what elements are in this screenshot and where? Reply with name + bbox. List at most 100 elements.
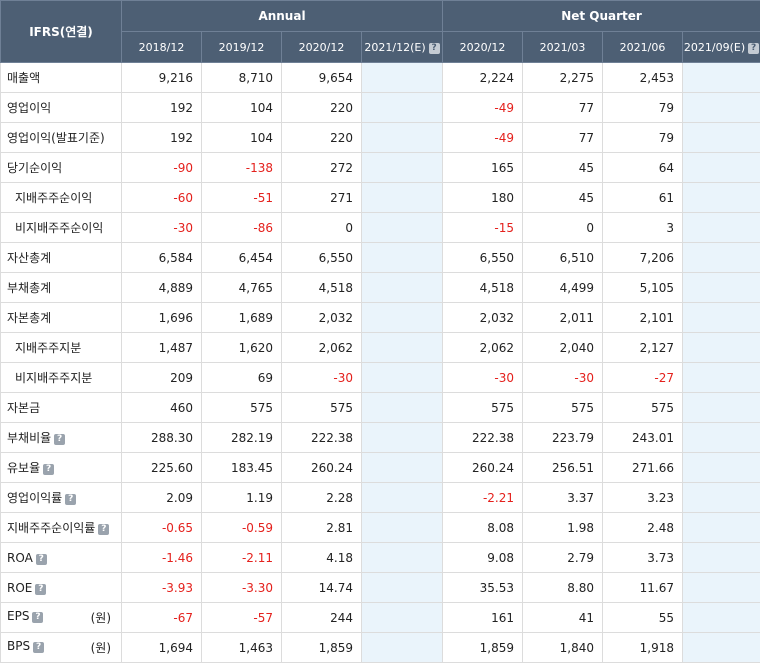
value-cell: 2.48 <box>603 513 683 543</box>
value-cell: 222.38 <box>443 423 523 453</box>
question-mark-icon[interactable]: ? <box>54 434 65 445</box>
row-label: 당기순이익 <box>1 153 122 183</box>
table-row: 부채비율?288.30282.19222.38222.38223.79243.0… <box>1 423 760 453</box>
question-mark-icon[interactable]: ? <box>98 524 109 535</box>
question-mark-icon[interactable]: ? <box>748 43 759 54</box>
estimate-cell <box>362 513 443 543</box>
value-cell: 3 <box>603 213 683 243</box>
value-cell: 575 <box>202 393 282 423</box>
row-label: 비지배주주순이익 <box>1 213 122 243</box>
value-cell: 282.19 <box>202 423 282 453</box>
estimate-cell <box>683 453 760 483</box>
table-row: 지배주주순이익률?-0.65-0.592.818.081.982.48 <box>1 513 760 543</box>
value-cell: -30 <box>443 363 523 393</box>
period-header: 2020/12 <box>443 32 523 63</box>
value-cell: 220 <box>282 93 362 123</box>
estimate-cell <box>362 183 443 213</box>
value-cell: -49 <box>443 123 523 153</box>
estimate-cell <box>683 483 760 513</box>
value-cell: 9,216 <box>122 63 202 93</box>
value-cell: 7,206 <box>603 243 683 273</box>
question-mark-icon[interactable]: ? <box>32 612 43 623</box>
value-cell: 6,454 <box>202 243 282 273</box>
unit-label: (원) <box>91 609 121 626</box>
value-cell: 1,918 <box>603 633 683 663</box>
row-label: 유보율? <box>1 453 122 483</box>
estimate-cell <box>362 573 443 603</box>
value-cell: 260.24 <box>282 453 362 483</box>
row-label-text: EPS <box>7 609 29 623</box>
value-cell: -2.21 <box>443 483 523 513</box>
value-cell: 9.08 <box>443 543 523 573</box>
table-row: 비지배주주지분20969-30-30-30-27 <box>1 363 760 393</box>
row-label: EPS? (원) <box>1 603 122 633</box>
value-cell: 64 <box>603 153 683 183</box>
period-group-header: Annual <box>122 1 443 32</box>
row-label: 부채비율? <box>1 423 122 453</box>
value-cell: 2,011 <box>523 303 603 333</box>
value-cell: 2,040 <box>523 333 603 363</box>
table-row: ROE?-3.93-3.3014.7435.538.8011.67 <box>1 573 760 603</box>
estimate-cell <box>683 213 760 243</box>
table-row: 영업이익192104220-497779 <box>1 93 760 123</box>
table-row: 당기순이익-90-1382721654564 <box>1 153 760 183</box>
estimate-cell <box>683 363 760 393</box>
value-cell: -51 <box>202 183 282 213</box>
period-label: 2021/09(E) <box>684 41 745 54</box>
question-mark-icon[interactable]: ? <box>65 494 76 505</box>
table-header: IFRS(연결) AnnualNet Quarter 2018/122019/1… <box>1 1 760 63</box>
value-cell: 6,550 <box>282 243 362 273</box>
question-mark-icon[interactable]: ? <box>43 464 54 475</box>
value-cell: 243.01 <box>603 423 683 453</box>
period-header: 2021/09(E)? <box>683 32 760 63</box>
value-cell: 260.24 <box>443 453 523 483</box>
estimate-cell <box>362 93 443 123</box>
value-cell: 271.66 <box>603 453 683 483</box>
value-cell: 192 <box>122 93 202 123</box>
value-cell: 4.18 <box>282 543 362 573</box>
row-label-text: 매출액 <box>7 71 40 85</box>
row-label-text: ROA <box>7 551 33 565</box>
question-mark-icon[interactable]: ? <box>33 642 44 653</box>
estimate-cell <box>683 573 760 603</box>
value-cell: 1,689 <box>202 303 282 333</box>
value-cell: 575 <box>523 393 603 423</box>
question-mark-icon[interactable]: ? <box>429 43 440 54</box>
value-cell: 223.79 <box>523 423 603 453</box>
table-row: 자본금460575575575575575 <box>1 393 760 423</box>
value-cell: 3.23 <box>603 483 683 513</box>
value-cell: -49 <box>443 93 523 123</box>
period-header: 2021/12(E)? <box>362 32 443 63</box>
row-label-text: 당기순이익 <box>7 161 62 175</box>
value-cell: 61 <box>603 183 683 213</box>
estimate-cell <box>683 183 760 213</box>
estimate-cell <box>362 543 443 573</box>
value-cell: 2,062 <box>443 333 523 363</box>
value-cell: 225.60 <box>122 453 202 483</box>
table-body: 매출액9,2168,7109,6542,2242,2752,453영업이익192… <box>1 63 760 663</box>
value-cell: 6,510 <box>523 243 603 273</box>
question-mark-icon[interactable]: ? <box>35 584 46 595</box>
row-label: 영업이익(발표기준) <box>1 123 122 153</box>
estimate-cell <box>683 273 760 303</box>
estimate-cell <box>362 213 443 243</box>
estimate-cell <box>362 123 443 153</box>
row-label: ROA? <box>1 543 122 573</box>
value-cell: 4,889 <box>122 273 202 303</box>
row-label: BPS?(원) <box>1 633 122 663</box>
value-cell: 575 <box>603 393 683 423</box>
value-cell: 79 <box>603 123 683 153</box>
period-header: 2018/12 <box>122 32 202 63</box>
value-cell: 161 <box>443 603 523 633</box>
question-mark-icon[interactable]: ? <box>36 554 47 565</box>
value-cell: 41 <box>523 603 603 633</box>
value-cell: 11.67 <box>603 573 683 603</box>
row-label-text: 부채총계 <box>7 281 51 295</box>
estimate-cell <box>683 153 760 183</box>
value-cell: 2,275 <box>523 63 603 93</box>
table-row: BPS?(원)1,6941,4631,8591,8591,8401,918 <box>1 633 760 663</box>
estimate-cell <box>362 603 443 633</box>
period-label: 2020/12 <box>460 41 506 54</box>
estimate-cell <box>362 273 443 303</box>
row-label-text: ROE <box>7 581 32 595</box>
